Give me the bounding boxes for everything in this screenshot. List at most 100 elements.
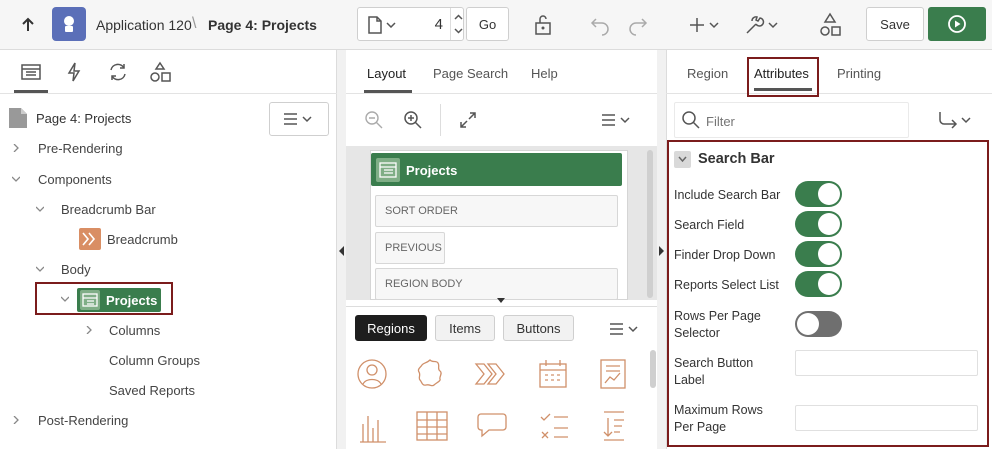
gallery-menu-icon[interactable] — [608, 321, 642, 337]
undo-icon[interactable] — [588, 13, 612, 37]
utilities-wrench-icon[interactable] — [744, 13, 782, 37]
shared-components-icon[interactable] — [818, 12, 842, 38]
maximum-rows-per-page-input[interactable] — [795, 405, 978, 431]
region-title: Projects — [406, 163, 458, 178]
go-button[interactable]: Go — [466, 7, 509, 41]
up-arrow-icon[interactable] — [16, 14, 40, 36]
collapse-right-icon[interactable] — [659, 246, 665, 256]
report-region-icon — [376, 158, 400, 182]
breadcrumb-gallery-icon[interactable] — [474, 358, 508, 390]
redo-icon[interactable] — [626, 13, 650, 37]
gallery-tab-buttons[interactable]: Buttons — [503, 315, 574, 341]
chevron-right-icon[interactable] — [12, 416, 20, 424]
lightning-icon[interactable] — [66, 62, 82, 82]
checklist-icon[interactable] — [538, 410, 570, 442]
badge-region-icon[interactable] — [414, 358, 446, 390]
tree-item-columns[interactable]: Columns — [109, 316, 160, 344]
hamburger-icon — [284, 113, 312, 125]
tab-underline — [14, 90, 48, 93]
sort-icon[interactable] — [598, 410, 630, 442]
save-button[interactable]: Save — [866, 7, 924, 41]
tree-item-post-rendering[interactable]: Post-Rendering — [38, 406, 128, 434]
page-number-input[interactable]: 4 — [413, 16, 443, 33]
chevron-down-icon[interactable] — [12, 175, 20, 183]
finder-drop-down-toggle[interactable] — [795, 241, 842, 267]
tree-item-pre-rendering[interactable]: Pre-Rendering — [38, 134, 123, 162]
lock-page-icon[interactable] — [531, 13, 555, 37]
page-selector[interactable]: 4 — [357, 7, 464, 41]
table-icon[interactable] — [415, 410, 449, 442]
tree-item-components[interactable]: Components — [38, 165, 112, 193]
page-icon — [368, 16, 382, 34]
gallery-tab-items[interactable]: Items — [435, 315, 495, 341]
expand-icon[interactable] — [459, 111, 477, 129]
zoom-out-icon[interactable] — [364, 110, 384, 130]
chevron-right-icon[interactable] — [85, 326, 93, 334]
zoom-in-icon[interactable] — [403, 110, 423, 130]
layout-menu-icon[interactable] — [600, 112, 634, 128]
tree-item-saved-reports[interactable]: Saved Reports — [109, 376, 195, 404]
field-label-search-field: Search Field — [674, 218, 745, 232]
tab-attributes[interactable]: Attributes — [754, 66, 809, 81]
card-chart-icon[interactable] — [598, 358, 628, 390]
gallery-scrollbar[interactable] — [650, 350, 656, 388]
field-label-include-search-bar: Include Search Bar — [674, 188, 781, 202]
go-to-group-icon[interactable] — [934, 110, 974, 130]
field-label-finder-drop-down: Finder Drop Down — [674, 248, 776, 262]
tab-region[interactable]: Region — [687, 66, 728, 81]
tree-item-body[interactable]: Body — [61, 255, 91, 283]
avatar-region-icon[interactable] — [356, 358, 388, 390]
breadcrumb-region-icon — [79, 228, 101, 250]
reports-select-list-toggle[interactable] — [795, 271, 842, 297]
component-previous[interactable]: PREVIOUS — [375, 232, 445, 264]
run-page-button[interactable] — [928, 7, 986, 41]
chevron-right-icon[interactable] — [12, 144, 20, 152]
tab-printing[interactable]: Printing — [837, 66, 881, 81]
toolbar-divider — [440, 104, 441, 136]
search-field-toggle[interactable] — [795, 211, 842, 237]
app-name-link[interactable]: Application 120 — [96, 17, 192, 33]
chevron-down-icon[interactable] — [36, 205, 44, 213]
tree-root-label[interactable]: Page 4: Projects — [36, 111, 131, 126]
chevron-down-icon[interactable] — [36, 265, 44, 273]
component-sort-order[interactable]: SORT ORDER — [375, 195, 618, 227]
tree-item-column-groups[interactable]: Column Groups — [109, 346, 200, 374]
play-icon — [948, 15, 966, 33]
calendar-icon[interactable] — [537, 358, 569, 390]
chevron-down-icon[interactable] — [61, 295, 69, 303]
tab-underline — [364, 90, 412, 93]
shared-components-tab-icon[interactable] — [149, 61, 171, 83]
rendering-tab-icon[interactable] — [21, 63, 41, 81]
include-search-bar-toggle[interactable] — [795, 181, 842, 207]
gallery-tab-regions[interactable]: Regions — [355, 315, 427, 341]
collapse-left-icon[interactable] — [339, 246, 345, 256]
search-button-label-input[interactable] — [795, 350, 978, 376]
filter-input[interactable] — [706, 110, 896, 132]
tab-page-search[interactable]: Page Search — [433, 66, 508, 81]
gallery-divider — [346, 306, 657, 307]
field-label-rows-per-page-selector: Rows Per Page Selector — [674, 309, 761, 340]
component-region-body[interactable]: REGION BODY — [375, 268, 618, 300]
create-menu-icon[interactable] — [688, 13, 724, 37]
tree-menu-button[interactable] — [269, 102, 329, 136]
chevron-down-icon — [678, 156, 687, 163]
page-title: Page 4: Projects — [208, 17, 317, 33]
tree-item-breadcrumb[interactable]: Breadcrumb — [107, 225, 178, 253]
tree-item-breadcrumb-bar[interactable]: Breadcrumb Bar — [61, 195, 156, 223]
bar-chart-icon[interactable] — [356, 410, 388, 444]
scroll-down-icon[interactable] — [496, 298, 506, 304]
processing-icon[interactable] — [107, 62, 129, 82]
chevron-down-icon — [386, 22, 396, 28]
tab-help[interactable]: Help — [531, 66, 558, 81]
field-label-search-button-label: Search Button Label — [674, 356, 754, 387]
comments-icon[interactable] — [475, 410, 509, 442]
tab-layout[interactable]: Layout — [367, 66, 406, 81]
section-collapse-toggle[interactable] — [674, 151, 691, 168]
canvas-scrollbar[interactable] — [647, 150, 653, 298]
page-icon — [8, 107, 28, 129]
rows-per-page-selector-toggle[interactable] — [795, 311, 842, 337]
report-region-icon — [80, 290, 100, 310]
section-title: Search Bar — [698, 151, 775, 167]
app-icon[interactable] — [52, 7, 86, 41]
page-stepper[interactable] — [450, 8, 465, 40]
